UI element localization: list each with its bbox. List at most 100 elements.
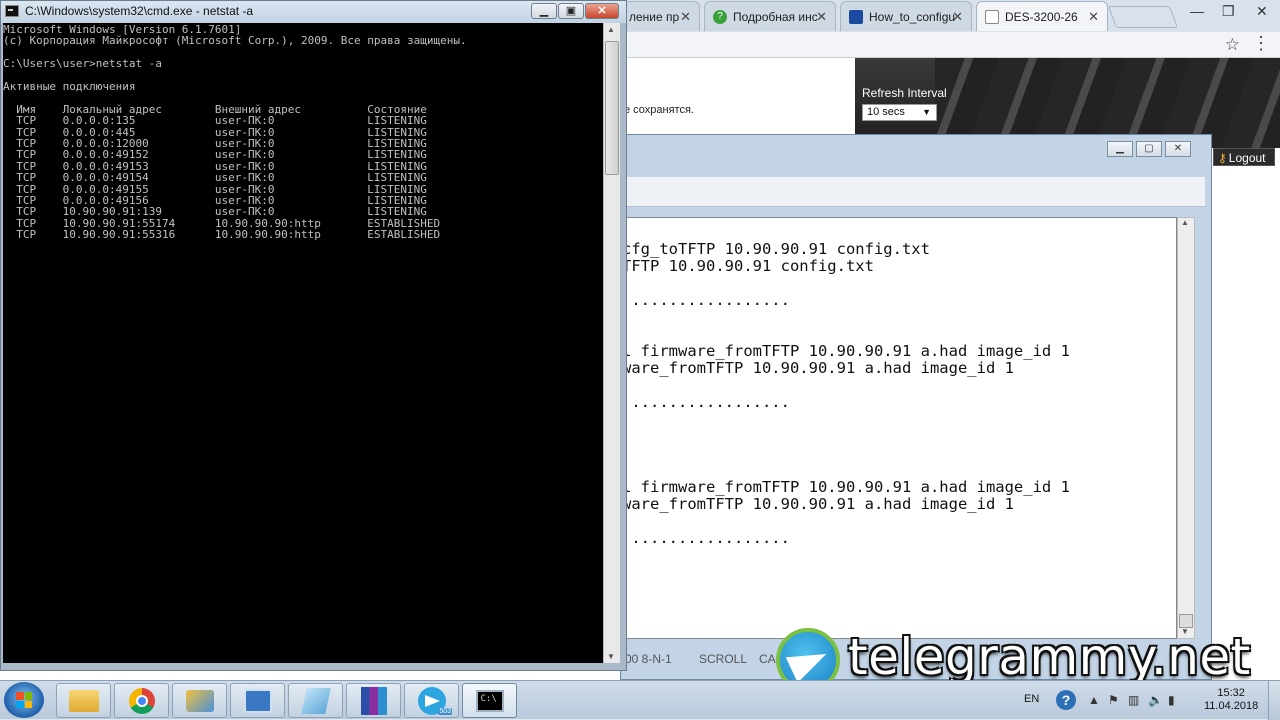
telegram-badge: 503 [438,708,452,715]
status-scroll: SCROLL [699,652,748,666]
cmd-app-icon [5,5,19,17]
cmd-icon: C:\ [475,689,504,712]
logout-label: Logout [1228,151,1266,165]
green-question-icon: ? [713,9,727,24]
taskbar-network-tool[interactable] [172,683,227,718]
tray-arrow-icon[interactable]: ▲ [1088,693,1100,707]
chrome-icon [128,687,155,714]
browser-tab-3[interactable]: How_to_configu ✕ [840,1,972,31]
minimize-button[interactable]: ▁ [1107,141,1133,157]
telnet-window: ▁ ▢ ✕ cfg_toTFTP 10.90.90.91 config.txt T… [620,134,1212,680]
scroll-down-icon[interactable]: ▼ [607,652,615,661]
windows-logo-icon [16,692,32,708]
tab-label: ление пр [629,9,680,24]
telnet-line: TFTP 10.90.90.91 config.txt [622,257,874,275]
close-button[interactable]: ✕ [1165,141,1191,157]
taskbar: 503 C:\ EN ? ▲ ⚑ ▥ 🔈 ▮ 15:32 11.04.2018 [0,680,1280,720]
network-tool-icon [185,689,214,712]
tab-label: Подробная инс [733,9,818,24]
browser-tab-1[interactable]: ление пр ✕ [620,1,700,31]
dropdown-arrow-icon: ▼ [922,107,931,117]
cmd-scrollbar[interactable]: ▲ ▼ [603,23,620,663]
archive-icon [360,686,387,715]
cmd-minimize-button[interactable]: ▁ [531,3,557,19]
cmd-close-button[interactable]: ✕ [585,3,619,19]
cmd-scroll-thumb[interactable] [605,41,619,175]
close-icon[interactable]: ✕ [1088,9,1099,25]
browser-tab-4[interactable]: DES-3200-26 ✕ [976,1,1108,31]
console-line: TCP 0.0.0.0:49154 user-ПК:0 LISTENING [3,171,427,185]
cmd-window: C:\Windows\system32\cmd.exe - netstat -a… [0,0,627,671]
taskbar-chrome[interactable] [114,683,169,718]
console-line: C:\Users\user>netstat -a [3,57,162,71]
tab-label: DES-3200-26 [1005,9,1078,24]
show-desktop-button[interactable] [1268,681,1280,720]
maximize-icon[interactable]: ❐ [1222,3,1235,20]
clock[interactable]: 15:32 11.04.2018 [1204,687,1258,713]
console-line: TCP 0.0.0.0:135 user-ПК:0 LISTENING [3,114,427,128]
cmd-maximize-button[interactable]: ▣ [558,3,584,19]
scroll-up-icon[interactable]: ▲ [607,25,615,34]
flag-icon[interactable]: ⚑ [1108,693,1119,707]
power-icon[interactable]: ▮ [1168,693,1175,707]
dlink-icon [849,9,863,24]
taskbar-telegram[interactable]: 503 [404,683,459,718]
refresh-interval-label: Refresh Interval [862,86,947,100]
clock-date: 11.04.2018 [1204,700,1259,712]
page-header-left: е сохранятся. [620,58,855,133]
page-icon [985,9,999,24]
cmd-title-text: C:\Windows\system32\cmd.exe - netstat -a [25,4,254,18]
notepad-icon [300,687,331,714]
telnet-line: ................. [622,393,790,411]
browser-tab-2[interactable]: ? Подробная инс ✕ [704,1,836,31]
tab-label: How_to_configu [869,9,956,24]
close-icon[interactable]: ✕ [952,9,963,25]
telnet-line: ware_fromTFTP 10.90.90.91 a.had image_id… [622,495,1014,513]
refresh-interval-select[interactable]: 10 secs ▼ [862,104,937,121]
telnet-line: l firmware_fromTFTP 10.90.90.91 a.had im… [622,342,1070,360]
console-line: TCP 10.90.90.91:55316 10.90.90.90:http E… [3,228,441,242]
status-port: 00 8-N-1 [625,652,672,666]
telnet-line: ................. [622,291,790,309]
console-line: Активные подключения [3,80,136,93]
clock-time: 15:32 [1217,687,1245,699]
close-icon[interactable]: ✕ [1256,3,1268,20]
new-tab-button[interactable] [1107,6,1179,28]
menu-dots-icon[interactable]: ⋮ [1252,33,1270,54]
refresh-interval-value: 10 secs [867,106,905,118]
taskbar-archive[interactable] [346,683,401,718]
status-caps: CA [759,652,776,666]
telnet-line: ................. [622,529,790,547]
speaker-icon[interactable]: 🔈 [1148,693,1163,707]
folder-icon [68,689,99,712]
telnet-line: ware_fromTFTP 10.90.90.91 a.had image_id… [622,359,1014,377]
telnet-screen[interactable]: cfg_toTFTP 10.90.90.91 config.txt TFTP 10… [621,217,1177,639]
system-tray: EN ? ▲ ⚑ ▥ 🔈 ▮ 15:32 11.04.2018 [1016,681,1280,720]
maximize-button[interactable]: ▢ [1136,141,1162,157]
taskbar-network-config[interactable] [230,683,285,718]
close-icon[interactable]: ✕ [680,9,691,25]
watermark-text: telegrammy.net [848,628,1251,686]
language-indicator[interactable]: EN [1024,693,1039,705]
telnet-line: cfg_toTFTP 10.90.90.91 config.txt [622,240,930,258]
help-icon[interactable]: ? [1056,690,1076,710]
start-button[interactable] [4,682,44,718]
console-line: (c) Корпорация Майкрософт (Microsoft Cor… [3,34,467,48]
logout-button[interactable]: ⚷ Logout [1213,148,1275,166]
telnet-line: l firmware_fromTFTP 10.90.90.91 a.had im… [622,478,1070,496]
header-note: е сохранятся. [624,104,694,116]
close-icon[interactable]: ✕ [816,9,827,25]
taskbar-notepad[interactable] [288,683,343,718]
taskbar-cmd[interactable]: C:\ [462,683,517,718]
taskbar-explorer[interactable] [56,683,111,718]
network-icon[interactable]: ▥ [1128,693,1139,707]
telnet-menubar [621,177,1205,207]
network-config-icon [243,688,272,713]
telnet-scrollbar[interactable]: ▲ ▼ [1177,217,1195,639]
cmd-console[interactable]: Microsoft Windows [Version 6.1.7601] (c) … [3,23,603,663]
scroll-up-icon[interactable]: ▲ [1181,218,1189,227]
key-icon: ⚷ [1218,151,1227,165]
scroll-thumb[interactable] [1179,614,1193,628]
bookmark-star-icon[interactable]: ☆ [1225,35,1240,55]
minimize-icon[interactable]: — [1190,3,1204,19]
